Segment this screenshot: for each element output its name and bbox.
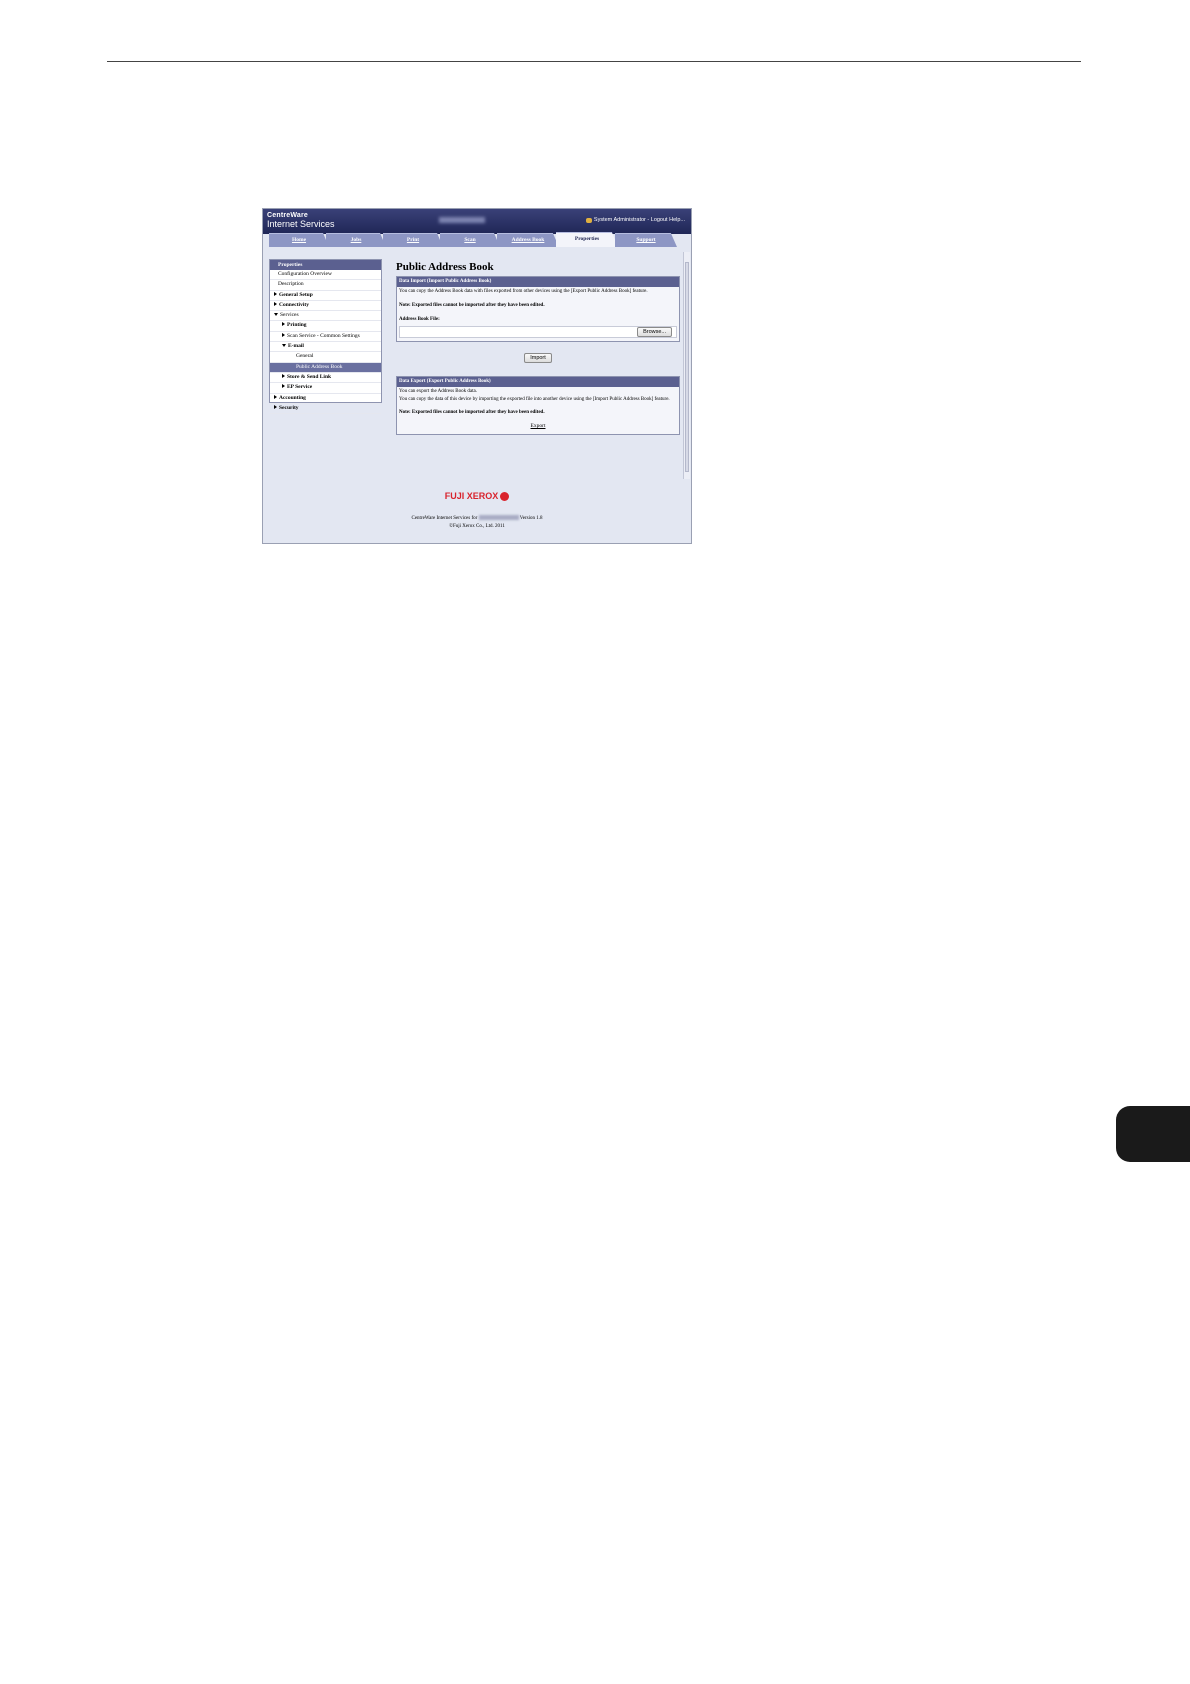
footer-product-prefix: CentreWare Internet Services for [411, 516, 478, 521]
expand-arrow-icon [282, 332, 285, 337]
user-links[interactable]: System Administrator - Logout Help... [585, 217, 685, 223]
sidebar-item-label: Connectivity [279, 301, 309, 308]
export-note: Note: Exported files cannot be imported … [399, 409, 545, 415]
expand-arrow-icon [274, 404, 277, 409]
xerox-sphere-icon [500, 492, 510, 502]
page-footer: CentreWare Internet Services for Version… [263, 515, 691, 530]
tab-print[interactable]: Print [383, 233, 443, 247]
browser-screenshot: CentreWare Internet Services System Admi… [262, 208, 692, 544]
address-book-file-label: Address Book File: [399, 317, 440, 322]
sidebar-item-security[interactable]: Security [270, 404, 381, 415]
export-panel-heading: Data Export (Export Public Address Book) [397, 376, 679, 387]
page-top-rule [107, 61, 1081, 62]
sidebar-item-accounting[interactable]: Accounting [270, 394, 381, 404]
properties-sidebar: Properties Configuration Overview Descri… [269, 259, 382, 415]
expand-arrow-icon [274, 291, 277, 296]
sidebar-item-label: Printing [287, 322, 307, 329]
sidebar-item-label: Public Address Book [296, 363, 343, 370]
sidebar-item-store-send-link[interactable]: Store & Send Link [270, 373, 381, 384]
expand-arrow-icon [274, 394, 277, 399]
fuji-xerox-logo: FUJI XEROX [263, 491, 691, 502]
sidebar-item-scan-service-common-settings[interactable]: Scan Service - Common Settings [270, 332, 381, 343]
tab-properties[interactable]: Properties [556, 232, 618, 247]
address-book-file-input[interactable]: Browse... [399, 325, 677, 338]
footer-copyright: ©Fuji Xerox Co., Ltd. 2011 [449, 523, 505, 529]
export-description-2: You can copy the data of this device by … [399, 397, 670, 402]
sidebar-item-label: E-mail [288, 343, 304, 350]
blurred-model-name [439, 217, 485, 223]
tab-support[interactable]: Support [615, 233, 677, 247]
page-title: Public Address Book [396, 261, 494, 273]
sidebar-item-label: Configuration Overview [278, 271, 332, 277]
sidebar-item-label: Description [278, 281, 304, 288]
expand-arrow-icon [282, 384, 285, 389]
chapter-thumb-tab [1116, 1106, 1190, 1162]
sidebar-item-public-address-book[interactable]: Public Address Book [270, 362, 381, 373]
blurred-model-name-footer [478, 515, 519, 521]
sidebar-item-label: Store & Send Link [287, 373, 332, 380]
footer-version: Version 1.8 [519, 516, 543, 521]
sidebar-item-label: EP Service [287, 384, 313, 391]
footer-version-line: CentreWare Internet Services for Version… [263, 515, 691, 523]
tab-home[interactable]: Home [269, 233, 329, 247]
brand-line1: CentreWare [267, 212, 309, 219]
sidebar-item-printing[interactable]: Printing [270, 321, 381, 332]
expand-arrow-icon [274, 301, 277, 306]
tab-address-book[interactable]: Address Book [497, 233, 559, 247]
sidebar-item-general[interactable]: General [270, 352, 381, 363]
tab-scan[interactable]: Scan [440, 233, 500, 247]
sidebar-item-label: General Setup [279, 291, 313, 298]
sidebar-item-label: General [296, 353, 314, 360]
sidebar-item-label: Services [280, 312, 299, 319]
logo-text: FUJI XEROX [444, 491, 499, 501]
scrollbar-thumb[interactable] [685, 262, 689, 472]
sidebar-item-ep-service[interactable]: EP Service [270, 383, 381, 394]
export-description-1: You can export the Address Book data. [399, 388, 477, 394]
sidebar-item-label: Accounting [279, 394, 306, 401]
sidebar-item-configuration-overview[interactable]: Configuration Overview [270, 270, 381, 281]
expand-arrow-icon [282, 373, 285, 378]
import-note: Note: Exported files cannot be imported … [399, 302, 545, 308]
user-icon [585, 217, 592, 223]
main-content: Public Address Book Data Import (Import … [396, 259, 680, 435]
user-links-text[interactable]: System Administrator - Logout Help... [594, 217, 685, 223]
sidebar-item-general-setup[interactable]: General Setup [270, 291, 381, 301]
collapse-arrow-icon [282, 344, 286, 348]
sidebar-item-connectivity[interactable]: Connectivity [270, 301, 381, 312]
sidebar-header: Properties [270, 260, 381, 270]
collapse-arrow-icon [274, 313, 278, 317]
app-brand: CentreWare Internet Services [267, 212, 335, 229]
main-tabs: Home Jobs Print Scan Address Book Proper… [269, 232, 691, 247]
vertical-scrollbar[interactable] [683, 252, 690, 479]
tab-jobs[interactable]: Jobs [326, 233, 386, 247]
import-description: You can copy the Address Book data with … [399, 289, 648, 294]
sidebar-item-label: Security [279, 404, 299, 411]
brand-line2: Internet Services [267, 219, 335, 229]
import-button-row: Import [396, 346, 680, 364]
browse-button[interactable]: Browse... [637, 326, 672, 337]
sidebar-item-label: Scan Service - Common Settings [287, 332, 360, 339]
import-panel-heading: Data Import (Import Public Address Book) [397, 277, 679, 287]
export-link[interactable]: Export [531, 423, 546, 429]
sidebar-item-services[interactable]: Services [270, 311, 381, 322]
export-link-row: Export [397, 416, 679, 434]
import-panel: Data Import (Import Public Address Book)… [396, 276, 680, 342]
export-panel: Data Export (Export Public Address Book)… [396, 375, 680, 435]
expand-arrow-icon [282, 322, 285, 327]
sidebar-item-email[interactable]: E-mail [270, 342, 381, 353]
app-header: CentreWare Internet Services System Admi… [263, 209, 691, 234]
sidebar-item-description[interactable]: Description [270, 280, 381, 291]
import-button[interactable]: Import [524, 352, 552, 363]
